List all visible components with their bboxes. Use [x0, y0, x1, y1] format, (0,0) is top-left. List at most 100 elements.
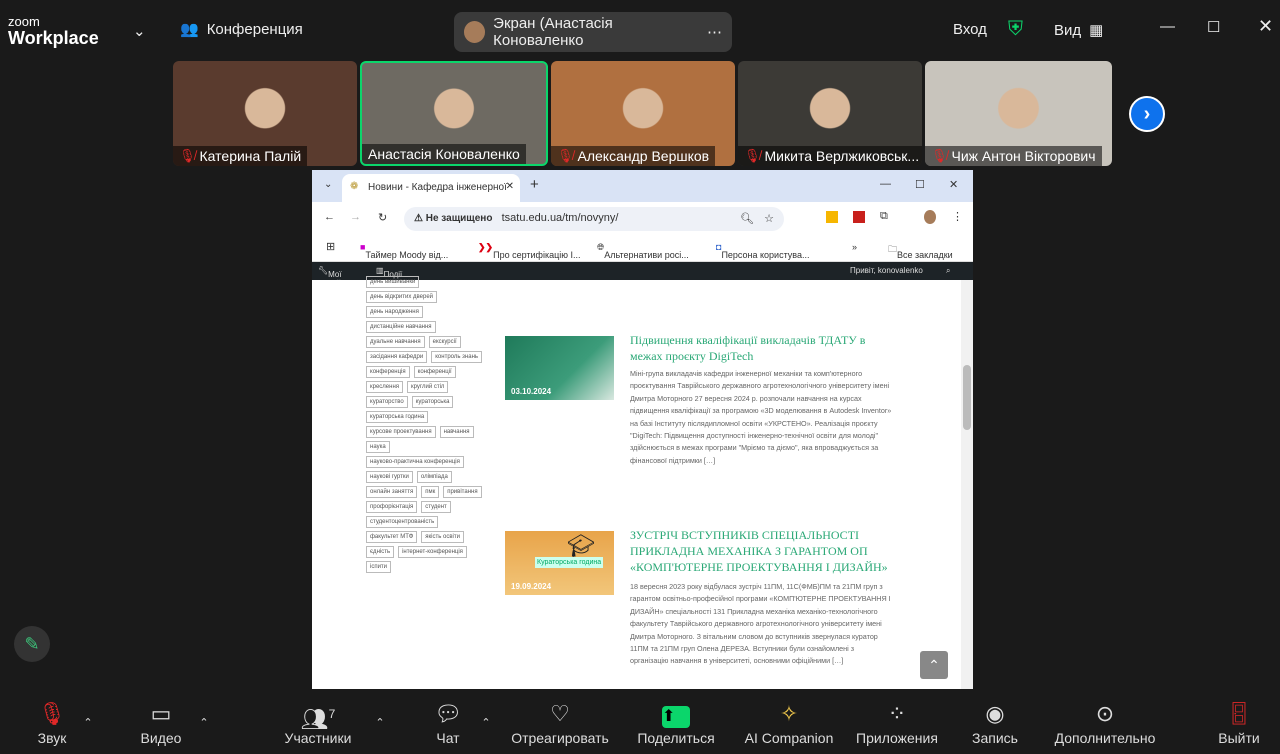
tag-link[interactable]: екскурсії: [428, 336, 461, 348]
close-button[interactable]: ✕: [1258, 16, 1273, 37]
tag-link[interactable]: дуальне навчання: [366, 336, 425, 348]
tag-link[interactable]: курсове проектування: [366, 426, 436, 438]
menu-icon[interactable]: ⋮: [952, 210, 963, 223]
more-bookmarks[interactable]: »: [852, 242, 857, 252]
tag-link[interactable]: дистанційне навчання: [366, 321, 436, 333]
post-thumbnail[interactable]: Кураторська година 🎓︎ 19.09.2024: [505, 531, 614, 595]
profile-avatar[interactable]: [924, 210, 936, 224]
browser-tab[interactable]: ❁ Новини - Кафедра інженерної ✕: [342, 174, 520, 202]
extension-icon[interactable]: [826, 211, 838, 223]
tag-link[interactable]: інтернет-конференція: [398, 546, 467, 558]
tag-link[interactable]: кураторська година: [366, 411, 429, 423]
tab-list-icon[interactable]: ⌄: [324, 179, 332, 190]
puzzle-icon[interactable]: ⧉: [880, 210, 888, 223]
reload-icon[interactable]: ↻: [378, 211, 387, 224]
more-button[interactable]: ⊙ Дополнительно: [1050, 690, 1160, 754]
greeting-link[interactable]: Привіт, konovalenko: [850, 266, 923, 275]
events-link[interactable]: ▥ Події: [376, 266, 402, 279]
participant-tile[interactable]: Анастасія Коноваленко: [360, 61, 548, 166]
login-button[interactable]: Вход: [953, 21, 987, 38]
tag-link[interactable]: день відкритих дверей: [366, 291, 438, 303]
browser-close[interactable]: ✕: [949, 178, 958, 191]
react-button[interactable]: ♡ Отреагировать: [510, 690, 610, 754]
close-tab-icon[interactable]: ✕: [506, 181, 514, 192]
video-options-chevron[interactable]: ⌃: [196, 690, 212, 754]
apps-button[interactable]: ⁘ Приложения: [852, 690, 942, 754]
tag-link[interactable]: засідання кафедри: [366, 351, 428, 363]
next-page-button[interactable]: ›: [1129, 96, 1165, 132]
tag-link[interactable]: єдність: [366, 546, 395, 558]
screen-share-pill[interactable]: Экран (Анастасія Коноваленко ⋯: [454, 12, 732, 52]
tag-link[interactable]: студент: [421, 501, 451, 513]
post-thumbnail[interactable]: 03.10.2024: [505, 336, 614, 400]
pdf-extension-icon[interactable]: [853, 211, 865, 223]
record-button[interactable]: ◉ Запись: [970, 690, 1020, 754]
minimize-button[interactable]: —: [1160, 18, 1175, 35]
audio-button[interactable]: 🎙︎ Звук: [30, 690, 74, 754]
bookmark[interactable]: ■ Таймер Moody від...: [360, 242, 448, 260]
tag-link[interactable]: навчання: [439, 426, 474, 438]
scroll-to-top-button[interactable]: ⌃: [920, 651, 948, 679]
bookmarks-bar: ⊞ ■ Таймер Moody від... ❯❯ Про сертифіка…: [312, 234, 973, 262]
tag-link[interactable]: конференції: [413, 366, 456, 378]
scrollbar-thumb[interactable]: [963, 365, 971, 430]
tag-link[interactable]: кураторська: [411, 396, 454, 408]
video-button[interactable]: ▭ Видео: [138, 690, 184, 754]
meeting-toolbar: 🎙︎ Звук ⌃ ▭ Видео ⌃ 👥︎7 Участники ⌃ 💬︎ Чат ⌃…: [0, 690, 1280, 754]
url-input[interactable]: ⚠ Не защищено tsatu.edu.ua/tm/novyny/🔍︎ ☆: [404, 207, 784, 231]
ai-companion-button[interactable]: ✧ AI Companion: [742, 690, 836, 754]
maximize-button[interactable]: ☐: [1207, 18, 1220, 36]
view-button[interactable]: Вид ▦: [1054, 21, 1103, 40]
back-icon[interactable]: ←: [324, 211, 335, 223]
tag-link[interactable]: профорієнтація: [366, 501, 418, 513]
tag-link[interactable]: факультет МТФ: [366, 531, 418, 543]
tag-link[interactable]: студентоцентрованість: [366, 516, 439, 528]
more-icon[interactable]: ⋯: [707, 23, 722, 41]
bookmark[interactable]: 🌐︎ Альтернативи росі...: [597, 242, 689, 260]
app-menu-chevron-icon[interactable]: ⌄: [133, 22, 146, 40]
annotate-pen-button[interactable]: ✎: [14, 626, 50, 662]
page-scrollbar[interactable]: [961, 280, 973, 689]
tag-link[interactable]: день народження: [366, 306, 423, 318]
all-bookmarks[interactable]: 🗀 Все закладки: [888, 242, 953, 260]
meeting-info-button[interactable]: 👥 Конференция: [180, 20, 303, 39]
tag-link[interactable]: науково-практична конференція: [366, 456, 464, 468]
tag-link[interactable]: креслення: [366, 381, 404, 393]
participant-tile[interactable]: 🎙︎̸ Микита Верлжиковськ...: [738, 61, 922, 166]
participant-tile[interactable]: 🎙︎̸ Чиж Антон Вікторович: [925, 61, 1112, 166]
tag-link[interactable]: привітання: [443, 486, 482, 498]
bookmark[interactable]: ◘ Персона користува...: [716, 242, 810, 260]
tag-link[interactable]: конференція: [366, 366, 410, 378]
tag-link[interactable]: олімпіада: [416, 471, 452, 483]
tag-link[interactable]: пмк: [421, 486, 440, 498]
tag-link[interactable]: кураторство: [366, 396, 408, 408]
shield-check-icon[interactable]: ⛨: [1008, 18, 1023, 41]
leave-button[interactable]: 🚪︎ Выйти: [1216, 690, 1262, 754]
tag-link[interactable]: наукові гуртки: [366, 471, 413, 483]
my-sites-link[interactable]: 🔧︎ Мої сайти: [318, 266, 349, 288]
participant-tile[interactable]: 🎙︎̸ Александр Вершков: [551, 61, 735, 166]
tag-link[interactable]: якість освіти: [421, 531, 464, 543]
share-button[interactable]: ⬆ Поделиться: [636, 690, 716, 754]
new-tab-button[interactable]: +: [530, 176, 539, 193]
tag-link[interactable]: контроль знань: [431, 351, 483, 363]
tag-link[interactable]: день вишиванки: [366, 276, 420, 288]
tag-link[interactable]: наука: [366, 441, 390, 453]
participants-button[interactable]: 👥︎7 Участники: [282, 690, 354, 754]
chat-options-chevron[interactable]: ⌃: [478, 690, 494, 754]
tag-link[interactable]: іспити: [366, 561, 392, 573]
participant-tile[interactable]: 🎙︎̸ Катерина Палій: [173, 61, 357, 166]
browser-maximize[interactable]: ☐: [915, 178, 925, 191]
tag-link[interactable]: онлайн заняття: [366, 486, 418, 498]
tag-link[interactable]: круглий стіл: [407, 381, 449, 393]
audio-options-chevron[interactable]: ⌃: [80, 690, 96, 754]
forward-icon[interactable]: →: [350, 211, 361, 223]
star-icon[interactable]: ☆: [764, 212, 774, 225]
browser-minimize[interactable]: —: [880, 178, 891, 190]
search-icon[interactable]: ⌕: [946, 266, 950, 276]
participants-options-chevron[interactable]: ⌃: [372, 690, 388, 754]
bookmark[interactable]: ❯❯ Про сертифікацію І...: [478, 242, 581, 260]
post-title-link[interactable]: ЗУСТРІЧ ВСТУПНИКІВ СПЕЦІАЛЬНОСТІ ПРИКЛАД…: [630, 527, 888, 575]
post-title-link[interactable]: Підвищення кваліфікації викладачів ТДАТУ…: [630, 332, 888, 364]
chat-button[interactable]: 💬︎ Чат: [433, 690, 463, 754]
